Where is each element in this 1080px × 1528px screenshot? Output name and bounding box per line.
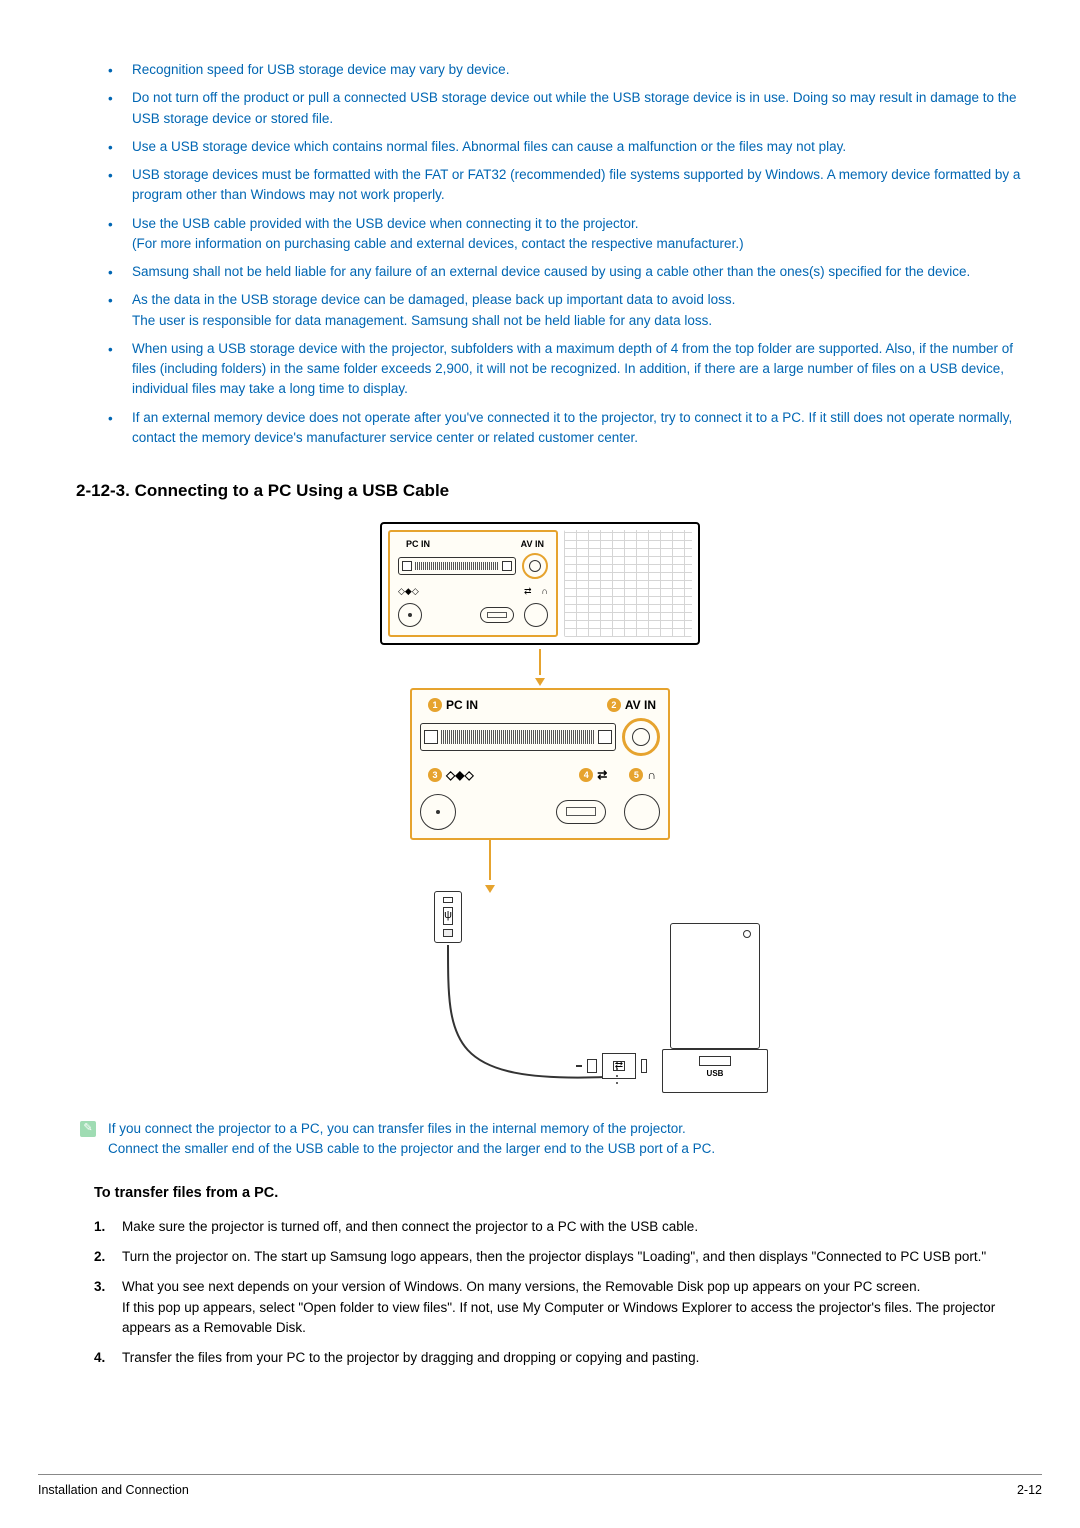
audio-diamond-large-icon: ◇◆◇	[446, 768, 474, 782]
step-number: 3.	[94, 1277, 112, 1338]
arrow-down-icon	[539, 649, 541, 675]
badge-4-icon: 4	[579, 768, 593, 782]
usb-a-plug-icon: ⇄	[576, 1053, 647, 1079]
pc-in-label-large: PC IN	[446, 698, 478, 712]
footer-right: 2-12	[1017, 1481, 1042, 1500]
pc-in-label: PC IN	[406, 538, 430, 552]
vent-grille-icon	[564, 530, 692, 637]
cable-diagram: ψ ⇄ USB	[300, 895, 780, 1095]
step-text: What you see next depends on your versio…	[122, 1277, 1022, 1338]
step-text: Turn the projector on. The start up Sams…	[122, 1247, 986, 1267]
headphone-jack-large-icon	[624, 794, 660, 830]
usb-notes-list: Recognition speed for USB storage device…	[108, 60, 1022, 448]
arrow-down-large-icon	[489, 840, 491, 880]
info-note: ✎ If you connect the projector to a PC, …	[80, 1119, 1022, 1160]
vga-port-large-icon	[420, 723, 616, 751]
av-in-label-large: AV IN	[625, 698, 656, 712]
arrow-head-icon	[535, 678, 545, 686]
audio-jack-large-icon	[420, 794, 456, 830]
list-item: When using a USB storage device with the…	[108, 339, 1022, 400]
rear-panel-large: 1 PC IN 2 AV IN 3 ◇◆◇ 4 ⇄ 5 ∩	[410, 688, 670, 840]
step-number: 4.	[94, 1348, 112, 1368]
step-item: 2. Turn the projector on. The start up S…	[94, 1247, 1022, 1267]
transfer-steps: 1. Make sure the projector is turned off…	[94, 1217, 1022, 1369]
badge-3-icon: 3	[428, 768, 442, 782]
av-port-large-icon	[622, 718, 660, 756]
badge-2-icon: 2	[607, 698, 621, 712]
usb-port-icon	[480, 607, 514, 623]
list-item: Recognition speed for USB storage device…	[108, 60, 1022, 80]
headphone-jack-icon	[524, 603, 548, 627]
footer-left: Installation and Connection	[38, 1481, 189, 1500]
list-item: USB storage devices must be formatted wi…	[108, 165, 1022, 206]
headphone-large-icon: ∩	[647, 768, 656, 782]
usb-glyph-large-icon: ⇄	[597, 768, 607, 782]
list-item: Do not turn off the product or pull a co…	[108, 88, 1022, 129]
list-item: Use the USB cable provided with the USB …	[108, 214, 1022, 255]
pc-tower-icon	[670, 923, 760, 1049]
list-item: Samsung shall not be held liable for any…	[108, 262, 1022, 282]
usb-port-large-icon	[556, 800, 606, 824]
pc-usb-label: USB	[707, 1068, 724, 1080]
pc-usb-slot-icon	[699, 1056, 731, 1066]
port-dots-icon	[616, 1061, 622, 1085]
list-item: If an external memory device does not op…	[108, 408, 1022, 449]
step-item: 3. What you see next depends on your ver…	[94, 1277, 1022, 1338]
sub-heading: To transfer files from a PC.	[94, 1183, 1042, 1205]
step-number: 1.	[94, 1217, 112, 1237]
note-line-1: If you connect the projector to a PC, yo…	[108, 1119, 715, 1139]
vga-port-icon	[398, 557, 516, 575]
headphone-icon: ∩	[542, 585, 548, 599]
usb-mini-plug-icon: ψ	[434, 891, 462, 943]
usb-glyph-icon: ⇄	[524, 585, 532, 599]
list-item: As the data in the USB storage device ca…	[108, 290, 1022, 331]
audio-diamond-icon: ◇◆◇	[398, 585, 419, 599]
av-port-icon	[522, 553, 548, 579]
badge-5-icon: 5	[629, 768, 643, 782]
note-icon: ✎	[80, 1121, 96, 1137]
page-footer: Installation and Connection 2-12	[38, 1474, 1042, 1500]
badge-1-icon: 1	[428, 698, 442, 712]
note-line-2: Connect the smaller end of the USB cable…	[108, 1139, 715, 1159]
pc-base-icon: USB	[662, 1049, 768, 1093]
diagram-usb-connection: PC IN AV IN ◇◆◇ ⇄ ∩	[300, 522, 780, 1095]
step-item: 1. Make sure the projector is turned off…	[94, 1217, 1022, 1237]
step-text: Transfer the files from your PC to the p…	[122, 1348, 699, 1368]
rear-panel-small: PC IN AV IN ◇◆◇ ⇄ ∩	[380, 522, 700, 645]
section-title: 2-12-3. Connecting to a PC Using a USB C…	[76, 478, 1042, 504]
step-item: 4. Transfer the files from your PC to th…	[94, 1348, 1022, 1368]
arrow-head-large-icon	[485, 885, 495, 893]
step-text: Make sure the projector is turned off, a…	[122, 1217, 698, 1237]
audio-jack-icon	[398, 603, 422, 627]
step-number: 2.	[94, 1247, 112, 1267]
list-item: Use a USB storage device which contains …	[108, 137, 1022, 157]
av-in-label: AV IN	[521, 538, 544, 552]
